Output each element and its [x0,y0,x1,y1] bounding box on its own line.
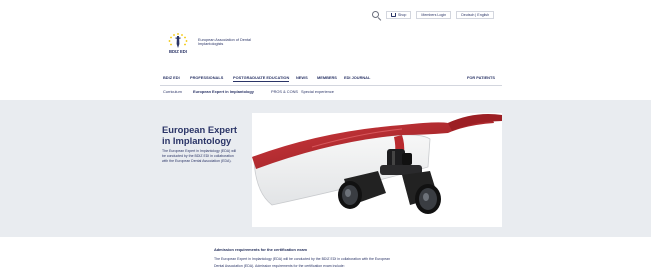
members-login-button[interactable]: Members Login [416,11,452,19]
bdiz-edi-logo-icon: BDIZ EDI [168,33,188,54]
language-switch[interactable]: Deutsch | English [456,11,495,19]
page: Shop Members Login Deutsch | English BDI… [0,0,651,268]
logo-name: European Association of Dental Implantol… [198,38,278,47]
nav-item-postgraduate-education[interactable]: POSTGRADUATE EDUCATION [233,75,290,82]
dental-loupes-icon [252,114,502,214]
logo-mark-text: BDIZ EDI [169,49,187,54]
nav-item-professionals[interactable]: PROFESSIONALS [190,75,223,80]
subnav-item-special-experience[interactable]: Special experience [301,89,334,94]
content-paragraph-line2: Dental Association (EDA). Admission requ… [214,264,345,268]
shop-button[interactable]: Shop [386,11,412,19]
hero-description: The European Expert in Implantology (EDA… [162,149,237,164]
page-title: European Expert in Implantology [162,124,238,146]
nav-item-bdiz-edi[interactable]: BDIZ EDI [163,75,180,80]
subnav-item-pros-cons[interactable]: PROS & CONS [271,89,298,94]
nav-divider [160,85,502,86]
search-icon[interactable] [372,10,382,21]
nav-item-members[interactable]: MEMBERS [317,75,337,80]
logo-name-line2: Implantologists [198,42,224,47]
subnav-item-european-expert[interactable]: European Expert in Implantology [193,89,254,94]
content-heading: Admission requirements for the certifica… [214,247,307,252]
subnav-item-curriculum[interactable]: Curriculum [163,89,182,94]
cart-icon [391,13,396,17]
utility-bar: Shop Members Login Deutsch | English [372,9,495,21]
main-nav: BDIZ EDI PROFESSIONALS POSTGRADUATE EDUC… [163,75,503,83]
hero-image [252,113,502,227]
nav-item-news[interactable]: NEWS [296,75,308,80]
site-logo[interactable]: BDIZ EDI European Association of Dental … [162,32,278,55]
shop-label: Shop [398,12,407,17]
content-paragraph-line1: The European Expert in Implantology (EDA… [214,257,391,261]
nav-item-edi-journal[interactable]: EDI JOURNAL [344,75,370,80]
nav-item-for-patients[interactable]: FOR PATIENTS [467,75,495,80]
